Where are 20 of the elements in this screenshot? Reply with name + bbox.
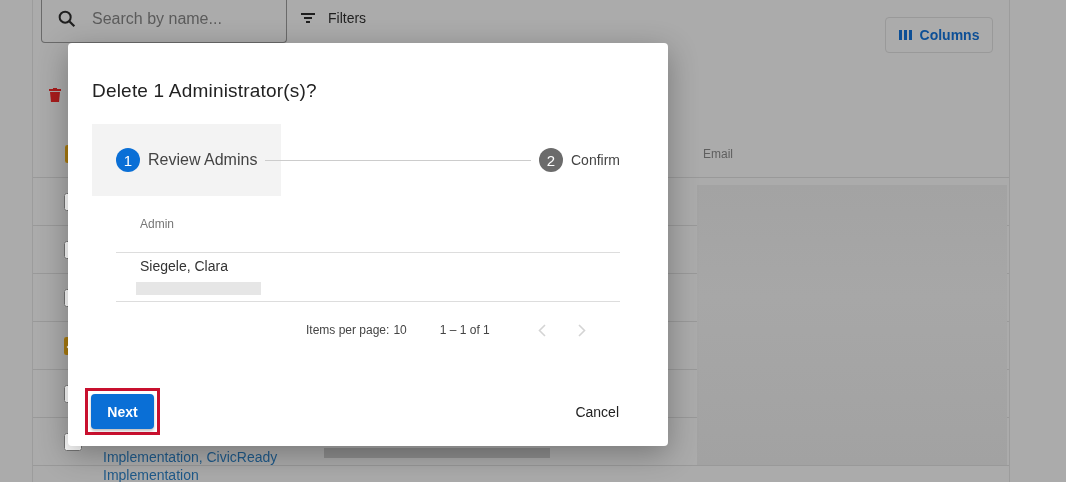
- column-header: Admin: [116, 196, 620, 253]
- column-header: Email: [703, 146, 733, 161]
- columns-icon: [898, 30, 912, 40]
- filters-button[interactable]: Filters: [301, 10, 367, 26]
- cancel-button[interactable]: Cancel: [569, 402, 625, 421]
- admin-name: Siegele, Clara: [140, 258, 229, 274]
- columns-button[interactable]: Columns: [885, 17, 993, 53]
- step-tab[interactable]: 1 Review Admins: [92, 124, 282, 196]
- next-button[interactable]: Next: [91, 394, 154, 429]
- step-tab[interactable]: 2 Confirm: [515, 124, 644, 196]
- items-per-page-label: Items per page:: [306, 323, 390, 337]
- search-input[interactable]: Search by name...: [92, 10, 282, 28]
- trash-icon[interactable]: [49, 88, 61, 102]
- filter-icon: [301, 13, 315, 23]
- dialog-title: Delete 1 Administrator(s)?: [92, 80, 318, 102]
- search-icon: [56, 8, 78, 30]
- checkbox[interactable]: [64, 432, 82, 451]
- search-field[interactable]: Search by name...: [41, 0, 287, 43]
- page-range: 1 – 1 of 1: [439, 323, 490, 337]
- items-per-page-select[interactable]: 10: [393, 323, 407, 337]
